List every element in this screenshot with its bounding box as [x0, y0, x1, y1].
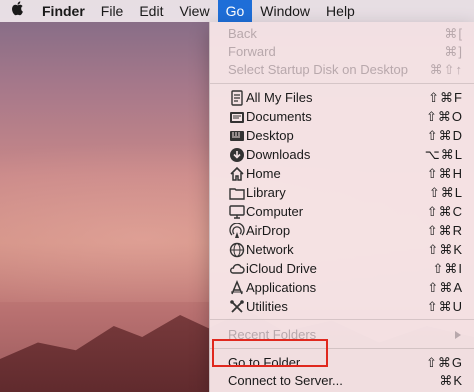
menu-item-label: Forward: [228, 44, 276, 59]
menu-item-label: All My Files: [246, 90, 313, 105]
menu-item-shortcut: ⇧⌘O: [425, 109, 463, 124]
menu-separator: [210, 83, 474, 84]
menu-item-shortcut: ⌘[: [444, 26, 463, 41]
menu-file[interactable]: File: [93, 0, 132, 22]
computer-icon: [229, 204, 245, 220]
network-icon: [229, 242, 245, 258]
menu-item-label: AirDrop: [246, 223, 291, 238]
menu-item-shortcut: ⌘K: [439, 373, 463, 388]
menu-item-shortcut: ⇧⌘R: [426, 223, 463, 238]
menu-item-label: Connect to Server...: [228, 373, 343, 388]
menu-item-label: Downloads: [246, 147, 311, 162]
menu-item-library[interactable]: Library ⇧⌘L: [210, 184, 474, 202]
menu-bar: Finder File Edit View Go Window Help: [0, 0, 474, 22]
menu-item-label: Computer: [246, 204, 304, 219]
menu-item-label: Utilities: [246, 299, 288, 314]
go-to-folder-highlight-box: [212, 339, 328, 367]
desktop-icon: [229, 128, 245, 144]
menu-view[interactable]: View: [171, 0, 217, 22]
documents-icon: [229, 109, 245, 125]
icloud-icon: [229, 261, 245, 277]
menu-item-shortcut: ⇧⌘I: [432, 261, 463, 276]
all-files-icon: [229, 90, 245, 106]
menu-item-shortcut: ⇧⌘L: [428, 185, 463, 200]
menu-item-all-my-files[interactable]: All My Files ⇧⌘F: [210, 89, 474, 107]
menu-item-label: Documents: [246, 109, 312, 124]
airdrop-icon: [229, 223, 245, 239]
menu-item-icloud-drive[interactable]: iCloud Drive ⇧⌘I: [210, 260, 474, 278]
menu-separator: [210, 319, 474, 320]
menu-item-label: Network: [246, 242, 294, 257]
menu-go[interactable]: Go: [217, 0, 253, 22]
menu-item-shortcut: ⇧⌘G: [425, 355, 463, 370]
menu-item-shortcut: ⌥⌘L: [424, 147, 463, 162]
menu-item-documents[interactable]: Documents ⇧⌘O: [210, 108, 474, 126]
menu-item-shortcut: ⇧⌘A: [427, 280, 463, 295]
menu-item-connect-to-server[interactable]: Connect to Server... ⌘K: [210, 372, 474, 390]
menu-item-shortcut: ⇧⌘U: [426, 299, 463, 314]
menu-item-shortcut: ⇧⌘C: [426, 204, 463, 219]
menu-item-label: Select Startup Disk on Desktop: [228, 62, 408, 77]
home-icon: [229, 166, 245, 182]
menu-item-utilities[interactable]: Utilities ⇧⌘U: [210, 298, 474, 316]
menu-help[interactable]: Help: [318, 0, 363, 22]
menu-item-label: Back: [228, 26, 257, 41]
menu-finder[interactable]: Finder: [36, 0, 93, 22]
submenu-arrow-icon: [455, 331, 461, 339]
menu-item-label: Applications: [246, 280, 317, 295]
library-icon: [229, 185, 245, 201]
menu-item-forward[interactable]: Forward ⌘]: [210, 43, 474, 61]
menu-item-label: iCloud Drive: [246, 261, 317, 276]
go-menu: Back ⌘[ Forward ⌘] Select Startup Disk o…: [209, 22, 474, 392]
menu-item-select-startup-disk[interactable]: Select Startup Disk on Desktop ⌘⇧↑: [210, 61, 474, 79]
applications-icon: [229, 280, 245, 296]
menu-item-label: Library: [246, 185, 286, 200]
menu-item-label: Desktop: [246, 128, 294, 143]
menu-item-computer[interactable]: Computer ⇧⌘C: [210, 203, 474, 221]
menu-item-network[interactable]: Network ⇧⌘K: [210, 241, 474, 259]
menu-item-shortcut: ⇧⌘F: [428, 90, 463, 105]
menu-window[interactable]: Window: [252, 0, 318, 22]
menu-item-shortcut: ⌘]: [444, 44, 463, 59]
utilities-icon: [229, 299, 245, 315]
menu-item-shortcut: ⌘⇧↑: [429, 62, 463, 77]
downloads-icon: [229, 147, 245, 163]
menu-item-downloads[interactable]: Downloads ⌥⌘L: [210, 146, 474, 164]
menu-item-shortcut: ⇧⌘K: [427, 242, 463, 257]
menu-item-shortcut: ⇧⌘D: [426, 128, 463, 143]
menu-item-back[interactable]: Back ⌘[: [210, 25, 474, 43]
apple-logo-icon: [10, 0, 24, 22]
menu-item-home[interactable]: Home ⇧⌘H: [210, 165, 474, 183]
menu-item-desktop[interactable]: Desktop ⇧⌘D: [210, 127, 474, 145]
menu-item-applications[interactable]: Applications ⇧⌘A: [210, 279, 474, 297]
apple-menu[interactable]: [0, 0, 36, 22]
menu-item-shortcut: ⇧⌘H: [426, 166, 463, 181]
menu-edit[interactable]: Edit: [131, 0, 171, 22]
menu-item-label: Home: [246, 166, 281, 181]
menu-item-airdrop[interactable]: AirDrop ⇧⌘R: [210, 222, 474, 240]
